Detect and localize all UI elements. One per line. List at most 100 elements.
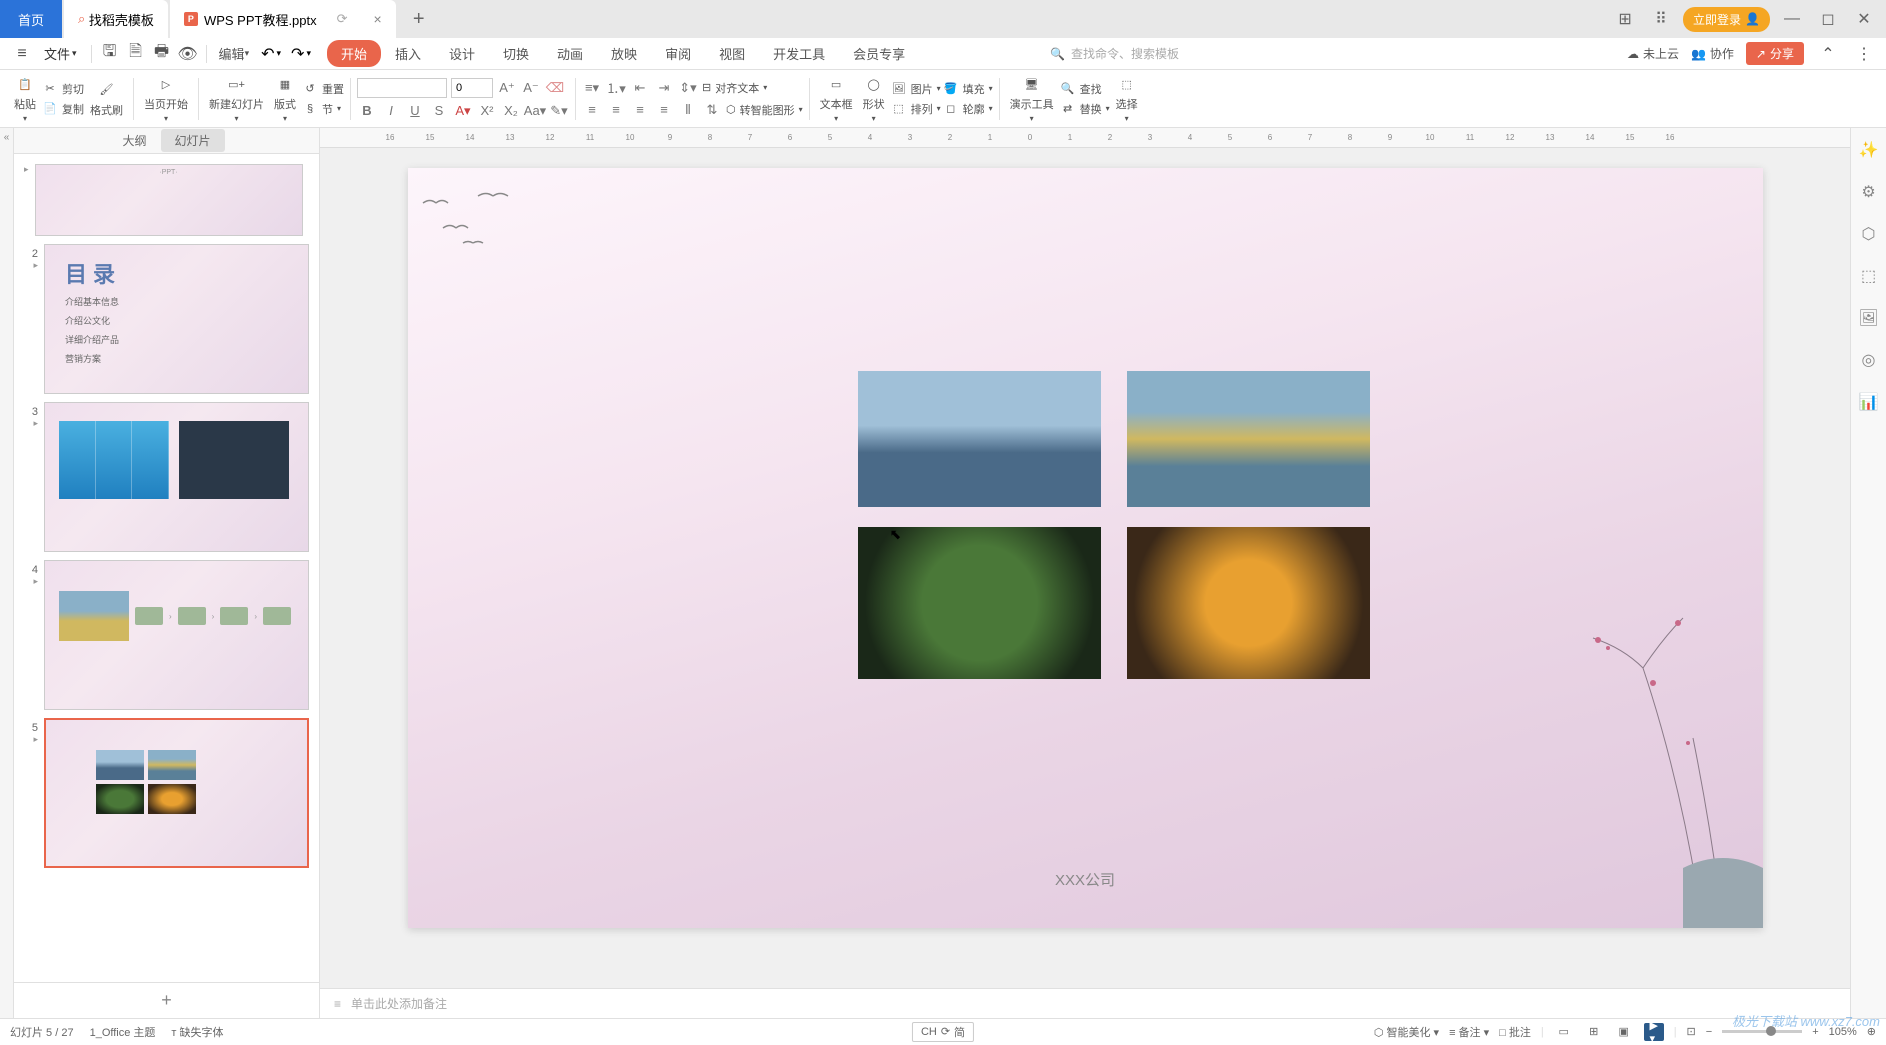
align-center-button[interactable]: ≡ — [606, 101, 626, 119]
menu-tab-animation[interactable]: 动画 — [543, 40, 597, 67]
image-leaf-green[interactable] — [858, 527, 1101, 679]
slide-item-1[interactable]: ▸ ·PPT· — [14, 160, 319, 240]
rs-layers-icon[interactable]: ⬚ — [1857, 264, 1881, 288]
underline-button[interactable]: U — [405, 102, 425, 120]
find-button[interactable]: 🔍查找 — [1060, 81, 1110, 97]
comments-toggle[interactable]: □ 批注 — [1499, 1024, 1531, 1040]
rs-image-icon[interactable]: 🖼 — [1857, 306, 1881, 330]
theme-name[interactable]: 1_Office 主题 — [90, 1024, 156, 1040]
demo-tools-button[interactable]: 🖥演示工具▾ — [1006, 72, 1058, 125]
cloud-button[interactable]: ☁未上云 — [1627, 45, 1679, 62]
picture-button[interactable]: 🖼图片▾ — [891, 81, 941, 97]
command-search[interactable]: 🔍 查找命令、搜索模板 — [1050, 45, 1179, 62]
collapse-ribbon-icon[interactable]: ⌃ — [1816, 42, 1840, 66]
slide-item-5[interactable]: 5▸ — [14, 714, 319, 872]
save-icon[interactable]: 🖫 — [98, 42, 122, 66]
format-painter-button[interactable]: 🖌 格式刷 — [86, 78, 127, 120]
cut-button[interactable]: ✂剪切 — [42, 81, 84, 97]
login-button[interactable]: 立即登录 👤 — [1683, 7, 1770, 32]
rs-settings-icon[interactable]: ⚙ — [1857, 180, 1881, 204]
maximize-button[interactable]: ◻ — [1814, 5, 1842, 33]
text-direction-button[interactable]: ⇅ — [702, 101, 722, 119]
collapse-left-button[interactable]: « — [0, 128, 14, 1018]
collab-button[interactable]: 👥协作 — [1691, 45, 1734, 62]
clear-format-button[interactable]: ⌫ — [545, 79, 565, 97]
apps-icon[interactable]: ⠿ — [1647, 5, 1675, 33]
line-spacing-button[interactable]: ⇕▾ — [678, 79, 698, 97]
menu-tab-view[interactable]: 视图 — [705, 40, 759, 67]
slide-list[interactable]: ▸ ·PPT· 2▸ 目录 介绍基本信息 介绍公文化 详细介绍产品 营销方案 3… — [14, 154, 319, 982]
menu-tab-member[interactable]: 会员专享 — [839, 40, 919, 67]
align-left-button[interactable]: ≡ — [582, 101, 602, 119]
decrease-indent-button[interactable]: ⇤ — [630, 79, 650, 97]
superscript-button[interactable]: X² — [477, 102, 497, 120]
increase-font-button[interactable]: A⁺ — [497, 79, 517, 97]
textbox-button[interactable]: ▭文本框▾ — [816, 72, 857, 125]
highlight-button[interactable]: ✎▾ — [549, 102, 569, 120]
company-label[interactable]: XXX公司 — [1055, 869, 1115, 890]
print-icon[interactable]: 🖶 — [150, 42, 174, 66]
columns-button[interactable]: ⫴ — [678, 101, 698, 119]
slide-item-2[interactable]: 2▸ 目录 介绍基本信息 介绍公文化 详细介绍产品 营销方案 — [14, 240, 319, 398]
canvas-scroll[interactable]: XXX公司 ⬉ — [320, 148, 1850, 988]
grid-icon[interactable]: ⊞ — [1611, 5, 1639, 33]
numbering-button[interactable]: ⒈▾ — [606, 79, 626, 97]
rs-chart-icon[interactable]: 📊 — [1857, 390, 1881, 414]
layout-button[interactable]: ▦ 版式▾ — [270, 72, 300, 125]
change-case-button[interactable]: Aa▾ — [525, 102, 545, 120]
menu-tab-devtools[interactable]: 开发工具 — [759, 40, 839, 67]
font-name-input[interactable] — [357, 78, 447, 98]
strike-button[interactable]: S — [429, 102, 449, 120]
section-button[interactable]: §节▾ — [302, 101, 344, 117]
arrange-button[interactable]: ⬚排列▾ — [891, 101, 941, 117]
new-slide-button[interactable]: ▭+ 新建幻灯片▾ — [205, 72, 268, 125]
shape-button[interactable]: ◯形状▾ — [859, 72, 889, 125]
menu-tab-start[interactable]: 开始 — [327, 40, 381, 67]
increase-indent-button[interactable]: ⇥ — [654, 79, 674, 97]
bullets-button[interactable]: ≡▾ — [582, 79, 602, 97]
zoom-out-button[interactable]: − — [1706, 1026, 1712, 1038]
minimize-button[interactable]: — — [1778, 5, 1806, 33]
image-lake[interactable] — [1127, 371, 1370, 507]
play-from-current-button[interactable]: ▷ 当页开始▾ — [140, 72, 192, 125]
rs-shape-icon[interactable]: ⬡ — [1857, 222, 1881, 246]
menu-tab-review[interactable]: 审阅 — [651, 40, 705, 67]
bold-button[interactable]: B — [357, 102, 377, 120]
tab-home[interactable]: 首页 — [0, 0, 62, 38]
menu-file[interactable]: 文件 ▾ — [36, 44, 85, 63]
undo-button[interactable]: ↶▾ — [257, 44, 285, 64]
more-icon[interactable]: ⋮ — [1852, 42, 1876, 66]
paste-button[interactable]: 📋 粘贴▾ — [10, 72, 40, 125]
align-right-button[interactable]: ≡ — [630, 101, 650, 119]
image-mountain[interactable] — [858, 371, 1101, 507]
outline-button[interactable]: ◻轮廓▾ — [943, 101, 993, 117]
print-preview-icon[interactable]: 👁 — [176, 42, 200, 66]
slide-item-4[interactable]: 4▸ › › › — [14, 556, 319, 714]
align-justify-button[interactable]: ≡ — [654, 101, 674, 119]
smart-shape-button[interactable]: ⬡转智能图形▾ — [726, 102, 803, 118]
menu-tab-slideshow[interactable]: 放映 — [597, 40, 651, 67]
add-slide-button[interactable]: + — [14, 982, 319, 1018]
tab-add[interactable]: + — [404, 4, 434, 34]
beautify-button[interactable]: ⬡ 智能美化 ▾ — [1374, 1024, 1439, 1040]
menu-tab-transition[interactable]: 切换 — [489, 40, 543, 67]
save-as-icon[interactable]: 🗎 — [124, 42, 148, 66]
view-reading-button[interactable]: ▣ — [1614, 1023, 1634, 1041]
select-button[interactable]: ⬚选择▾ — [1112, 72, 1142, 125]
italic-button[interactable]: I — [381, 102, 401, 120]
menu-edit[interactable]: 编辑▾ — [213, 44, 256, 63]
view-normal-button[interactable]: ▭ — [1554, 1023, 1574, 1041]
notes-area[interactable]: ≡ 单击此处添加备注 — [320, 988, 1850, 1018]
view-sorter-button[interactable]: ⊞ — [1584, 1023, 1604, 1041]
share-button[interactable]: ↗分享 — [1746, 42, 1804, 65]
tab-file-active[interactable]: P WPS PPT教程.pptx ⟳ × — [170, 0, 396, 38]
slide-item-3[interactable]: 3▸ — [14, 398, 319, 556]
copy-button[interactable]: 📄复制 — [42, 101, 84, 117]
slide-canvas[interactable]: XXX公司 ⬉ — [408, 168, 1763, 928]
zoom-slider[interactable] — [1722, 1030, 1802, 1033]
font-color-button[interactable]: A▾ — [453, 102, 473, 120]
replace-button[interactable]: ⇄替换▾ — [1060, 101, 1110, 117]
rs-location-icon[interactable]: ◎ — [1857, 348, 1881, 372]
panel-tab-outline[interactable]: 大纲 — [108, 129, 160, 152]
subscript-button[interactable]: X₂ — [501, 102, 521, 120]
